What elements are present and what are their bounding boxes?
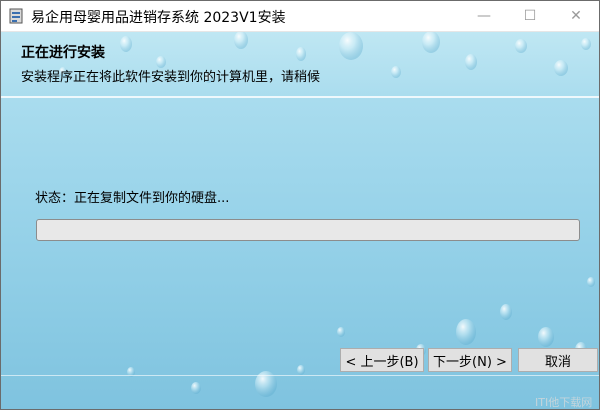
maximize-icon: ☐ [523, 8, 537, 24]
next-button[interactable]: 下一步(N) > [428, 348, 512, 372]
status-label: 状态：正在复制文件到你的硬盘... [35, 191, 230, 206]
install-progress-bar [36, 219, 580, 241]
page-subtitle: 安装程序正在将此软件安装到你的计算机里，请稍候 [21, 70, 321, 85]
installer-icon [9, 8, 23, 24]
footer-divider [1, 375, 599, 376]
cancel-button[interactable]: 取消 [518, 348, 598, 372]
page-title: 正在进行安装 [21, 45, 105, 61]
minimize-button[interactable]: — [461, 1, 507, 31]
title-bar[interactable]: 易企用母婴用品进销存系统 2023V1安装 — ☐ ✕ [1, 1, 599, 32]
back-button[interactable]: < 上一步(B) [340, 348, 424, 372]
minimize-icon: — [477, 8, 491, 24]
header-divider [1, 96, 599, 98]
watermark: ITI他下载网 [535, 396, 593, 409]
close-button[interactable]: ✕ [553, 1, 599, 31]
maximize-button[interactable]: ☐ [507, 1, 553, 31]
installer-window: 易企用母婴用品进销存系统 2023V1安装 — ☐ ✕ 正在进行安装 安装程序正… [0, 0, 600, 410]
window-title: 易企用母婴用品进销存系统 2023V1安装 [31, 10, 286, 26]
close-icon: ✕ [570, 8, 582, 24]
